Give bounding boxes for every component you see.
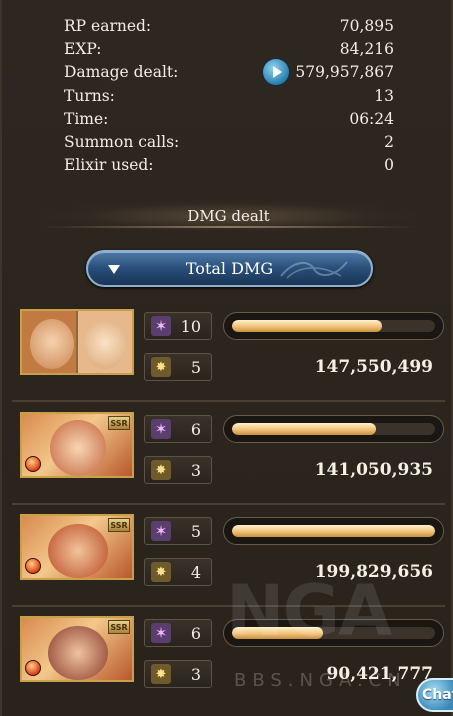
sparkle-icon: ✶ [151, 316, 171, 336]
stat-damage: Damage dealt: 579,957,867 [64, 59, 394, 86]
damage-bar-fill [232, 627, 324, 639]
stat-value: 84,216 [339, 39, 394, 58]
ssr-badge: SSR [108, 620, 130, 634]
character-portrait[interactable] [20, 309, 134, 375]
character-row: SSR ✶ 6 ✸ 3 90,421,777 [2, 616, 453, 704]
charge-attack-badge: ✸ 4 [144, 558, 212, 586]
sparkle-icon: ✶ [151, 521, 171, 541]
sparkle-icon: ✶ [151, 623, 171, 643]
result-panel: RP earned: 70,895 EXP: 84,216 Damage dea… [0, 0, 453, 716]
damage-bar [223, 415, 444, 443]
ssr-badge: SSR [108, 416, 130, 430]
skill-count: 6 [190, 623, 201, 643]
charge-attack-count: 3 [190, 460, 201, 480]
stat-label: Elixir used: [64, 156, 154, 175]
stat-value: 06:24 [349, 109, 394, 128]
stat-summon: Summon calls: 2 [64, 130, 394, 153]
play-icon[interactable] [263, 59, 290, 86]
damage-value: 90,421,777 [326, 664, 433, 684]
skill-count-badge: ✶ 6 [144, 415, 212, 443]
charge-attack-count: 5 [190, 357, 201, 377]
skill-count: 10 [180, 316, 201, 336]
character-row: ✶ 10 ✸ 5 147,550,499 [2, 309, 453, 397]
fire-element-icon [25, 558, 41, 574]
sparkle-icon: ✶ [151, 419, 171, 439]
charge-attack-count: 4 [190, 562, 201, 582]
divider [12, 503, 445, 505]
stat-label: EXP: [64, 39, 102, 58]
stat-value: 13 [374, 86, 394, 105]
stat-value: 579,957,867 [295, 63, 394, 82]
damage-bar-fill [232, 320, 383, 332]
damage-bar [223, 312, 444, 340]
stat-exp: EXP: 84,216 [64, 37, 394, 60]
charge-attack-badge: ✸ 3 [144, 456, 212, 484]
character-portrait[interactable]: SSR [20, 616, 134, 682]
charge-attack-badge: ✸ 3 [144, 660, 212, 688]
stat-label: Summon calls: [64, 133, 180, 152]
character-row: SSR ✶ 5 ✸ 4 199,829,656 [2, 514, 453, 602]
stat-elixir: Elixir used: 0 [64, 154, 394, 177]
stat-turns: Turns: 13 [64, 84, 394, 107]
character-portrait[interactable]: SSR [20, 514, 134, 580]
battle-stats: RP earned: 70,895 EXP: 84,216 Damage dea… [64, 14, 394, 177]
total-dmg-label: Total DMG [185, 259, 274, 278]
stat-time: Time: 06:24 [64, 107, 394, 130]
damage-value: 141,050,935 [314, 460, 433, 480]
stat-value: 0 [384, 156, 394, 175]
damage-bar-fill [232, 423, 377, 435]
stat-label: RP earned: [64, 16, 152, 35]
stat-label: Turns: [64, 86, 115, 105]
total-dmg-dropdown[interactable]: Total DMG [86, 250, 373, 287]
ssr-badge: SSR [108, 518, 130, 532]
burst-icon: ✸ [151, 664, 171, 684]
damage-bar [223, 517, 444, 545]
skill-count: 5 [190, 521, 201, 541]
charge-attack-count: 3 [190, 664, 201, 684]
burst-icon: ✸ [151, 562, 171, 582]
skill-count-badge: ✶ 6 [144, 619, 212, 647]
character-row: SSR ✶ 6 ✸ 3 141,050,935 [2, 412, 453, 500]
charge-attack-badge: ✸ 5 [144, 353, 212, 381]
divider [12, 400, 445, 402]
stat-label: Damage dealt: [64, 63, 179, 82]
damage-value: 147,550,499 [314, 357, 433, 377]
burst-icon: ✸ [151, 357, 171, 377]
damage-bar-fill [232, 525, 435, 537]
skill-count-badge: ✶ 5 [144, 517, 212, 545]
divider [12, 605, 445, 607]
ornament-icon [280, 261, 348, 279]
character-portrait[interactable]: SSR [20, 412, 134, 478]
burst-icon: ✸ [151, 460, 171, 480]
fire-element-icon [25, 456, 41, 472]
stat-value: 70,895 [339, 16, 394, 35]
stat-value: 2 [384, 133, 394, 152]
stat-rp: RP earned: 70,895 [64, 14, 394, 37]
damage-bar [223, 619, 444, 647]
fire-element-icon [25, 660, 41, 676]
section-title: DMG dealt [42, 200, 415, 232]
chevron-down-icon [108, 265, 120, 274]
skill-count-badge: ✶ 10 [144, 312, 212, 340]
chat-button[interactable]: Chat [416, 678, 453, 712]
damage-value: 199,829,656 [314, 562, 433, 582]
skill-count: 6 [190, 419, 201, 439]
stat-label: Time: [64, 109, 109, 128]
